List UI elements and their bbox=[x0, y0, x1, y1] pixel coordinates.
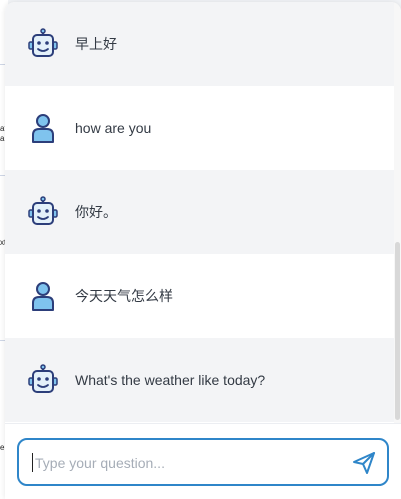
user-message: 今天天气怎么样 bbox=[5, 254, 394, 338]
bot-message: 早上好 bbox=[5, 2, 394, 86]
robot-icon bbox=[26, 27, 60, 61]
send-button[interactable] bbox=[351, 450, 377, 476]
user-message: how are you bbox=[5, 86, 394, 170]
scrollbar-track[interactable] bbox=[394, 2, 401, 423]
robot-icon bbox=[26, 363, 60, 397]
scrollbar-thumb[interactable] bbox=[395, 242, 400, 420]
user-icon bbox=[26, 279, 60, 313]
question-input[interactable] bbox=[33, 440, 337, 486]
input-area bbox=[5, 423, 401, 499]
bot-message: 你好。 bbox=[5, 170, 394, 254]
robot-icon bbox=[26, 195, 60, 229]
message-text: 早上好 bbox=[75, 36, 117, 52]
send-icon bbox=[353, 452, 375, 474]
chat-panel: 早上好 how are you 你好。 今天天气怎么样 What's the w… bbox=[5, 2, 401, 499]
question-input-box[interactable] bbox=[17, 438, 389, 486]
message-text: 你好。 bbox=[75, 204, 117, 220]
message-list[interactable]: 早上好 how are you 你好。 今天天气怎么样 What's the w… bbox=[5, 2, 394, 423]
bot-message: What's the weather like today? bbox=[5, 338, 394, 422]
message-text: how are you bbox=[75, 120, 152, 136]
message-text: 今天天气怎么样 bbox=[75, 288, 173, 304]
user-icon bbox=[26, 111, 60, 145]
message-text: What's the weather like today? bbox=[75, 372, 266, 388]
